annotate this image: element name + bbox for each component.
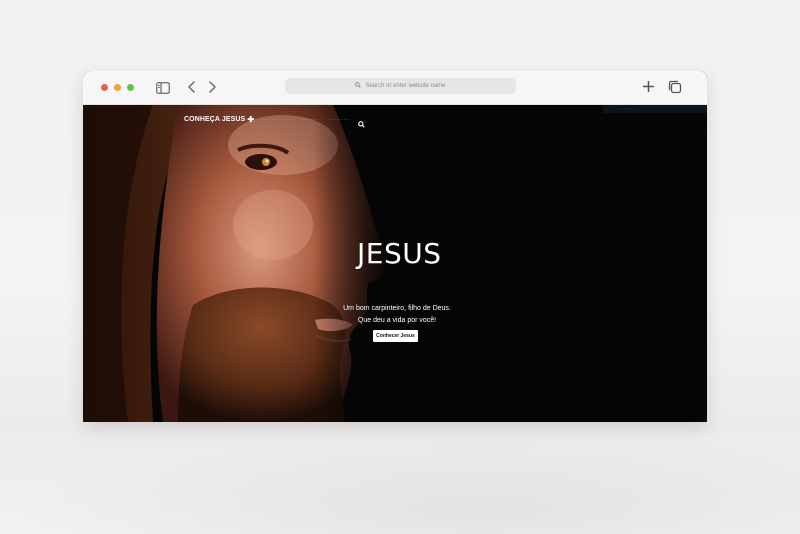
close-window-button[interactable]	[101, 84, 108, 91]
address-placeholder: Search or enter website name	[365, 83, 446, 89]
cross-icon: ✚	[247, 114, 255, 124]
nav-item-1[interactable]: ····· ··········· ·	[262, 117, 294, 122]
browser-toolbar: Search or enter website name	[83, 71, 707, 105]
site-nav: CONHEÇA JESUS ✚ ····· ··········· · ····…	[184, 114, 366, 128]
hero-title: JESUS	[357, 237, 442, 270]
chevron-right-icon[interactable]	[207, 80, 217, 99]
chevron-left-icon[interactable]	[187, 80, 197, 99]
address-bar[interactable]: Search or enter website name	[285, 78, 516, 94]
hero-subtitle-line-2: Que deu a vida por você!	[357, 317, 437, 324]
hero-subtitle: Um bom carpinteiro, filho de Deus. Que d…	[327, 303, 467, 327]
plus-icon[interactable]	[642, 80, 655, 98]
sidebar-icon[interactable]	[156, 81, 170, 99]
maximize-window-button[interactable]	[127, 84, 134, 91]
site-logo[interactable]: CONHEÇA JESUS ✚	[184, 115, 254, 124]
corner-badge-text: ·············	[617, 106, 635, 111]
floor-shadow	[0, 430, 800, 534]
nav-item-3[interactable]: ············	[329, 117, 350, 122]
cta-button[interactable]: Conhecer Jesus	[373, 330, 418, 342]
web-viewport: CONHEÇA JESUS ✚ ····· ··········· · ····…	[83, 105, 707, 422]
corner-badge: ·············	[603, 105, 707, 113]
search-icon[interactable]	[358, 115, 366, 128]
brand-text: CONHEÇA JESUS	[184, 115, 246, 123]
browser-window: Search or enter website name CONHEÇA JES…	[83, 71, 707, 422]
minimize-window-button[interactable]	[114, 84, 121, 91]
search-icon	[355, 82, 362, 90]
hero-subtitle-line-1: Um bom carpinteiro, filho de Deus.	[343, 305, 451, 312]
tabs-overview-icon[interactable]	[668, 80, 682, 99]
nav-item-2[interactable]: ········· ·	[303, 117, 322, 122]
